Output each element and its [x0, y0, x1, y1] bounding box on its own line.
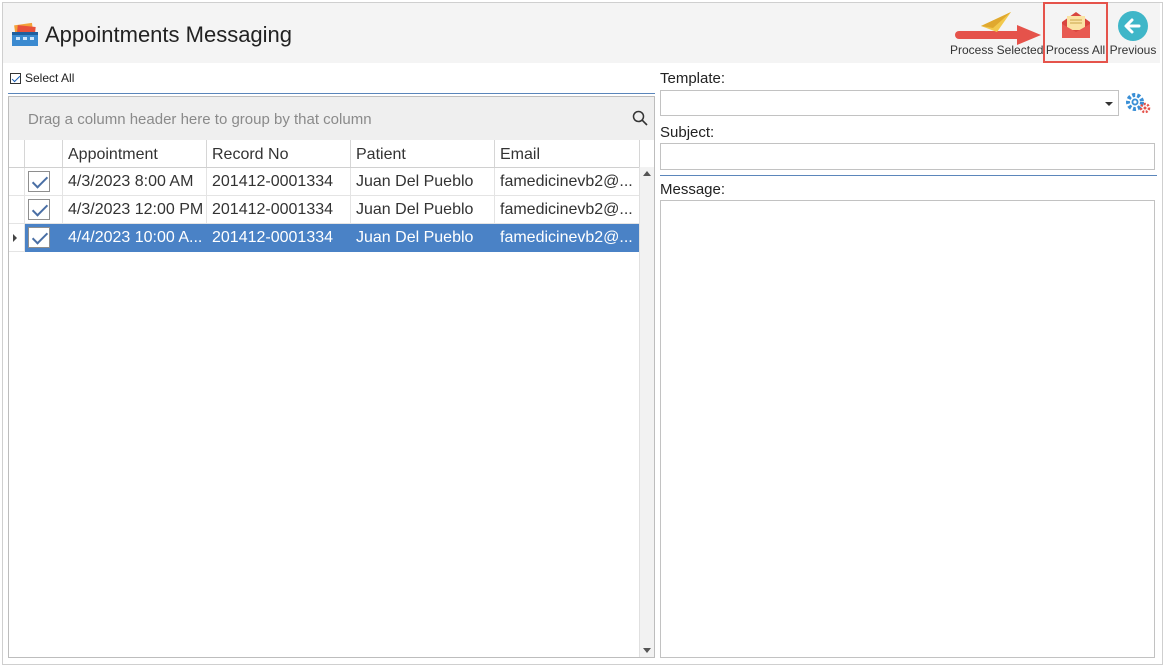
- row-indicator-header: [9, 140, 25, 167]
- table-row-selected[interactable]: 4/4/2023 10:00 A... 201412-0001334 Juan …: [9, 224, 640, 252]
- cell-appointment: 4/4/2023 10:00 A...: [63, 224, 207, 252]
- divider: [8, 93, 655, 94]
- table-row[interactable]: 4/3/2023 8:00 AM 201412-0001334 Juan Del…: [9, 168, 640, 196]
- column-header-email[interactable]: Email: [495, 140, 640, 167]
- row-checkbox[interactable]: [28, 227, 50, 248]
- scroll-down-icon[interactable]: [643, 648, 651, 653]
- cell-patient: Juan Del Pueblo: [351, 168, 495, 196]
- cell-record-no: 201412-0001334: [207, 224, 351, 252]
- column-header-row: Appointment Record No Patient Email: [9, 140, 654, 168]
- select-all-check[interactable]: [10, 72, 21, 84]
- row-checkbox[interactable]: [28, 171, 50, 192]
- group-by-panel[interactable]: Drag a column header here to group by th…: [9, 97, 654, 141]
- message-field[interactable]: [660, 200, 1155, 658]
- appointments-icon: [12, 22, 38, 46]
- current-row-indicator-icon: [13, 234, 17, 242]
- vertical-scrollbar[interactable]: [639, 167, 654, 657]
- select-all-label: Select All: [25, 71, 75, 85]
- cell-email: famedicinevb2@...: [495, 196, 640, 224]
- appointments-grid: Drag a column header here to group by th…: [8, 96, 655, 658]
- cell-patient: Juan Del Pueblo: [351, 196, 495, 224]
- row-indicator: [9, 224, 25, 252]
- group-panel-hint: Drag a column header here to group by th…: [28, 111, 372, 128]
- cell-appointment: 4/3/2023 12:00 PM: [63, 196, 207, 224]
- subject-label: Subject:: [660, 124, 715, 141]
- cell-patient: Juan Del Pueblo: [351, 224, 495, 252]
- cell-email: famedicinevb2@...: [495, 168, 640, 196]
- paper-plane-icon: [981, 12, 1011, 32]
- cell-appointment: 4/3/2023 8:00 AM: [63, 168, 207, 196]
- row-checkbox-cell[interactable]: [25, 168, 63, 196]
- cell-email: famedicinevb2@...: [495, 224, 640, 252]
- process-all-highlight: [1043, 2, 1108, 63]
- search-icon[interactable]: [632, 110, 648, 126]
- template-label: Template:: [660, 70, 726, 87]
- message-label: Message:: [660, 181, 726, 198]
- row-indicator: [9, 168, 25, 196]
- row-checkbox-cell[interactable]: [25, 196, 63, 224]
- process-selected-label: Process Selected: [950, 43, 1044, 57]
- previous-label: Previous: [1109, 43, 1157, 57]
- row-indicator: [9, 196, 25, 224]
- previous-button[interactable]: Previous: [1109, 6, 1157, 62]
- process-selected-button[interactable]: Process Selected: [950, 6, 1044, 62]
- select-all-checkbox[interactable]: Select All: [10, 71, 74, 85]
- gear-icon[interactable]: [1124, 90, 1152, 118]
- subject-field[interactable]: [660, 143, 1155, 170]
- scroll-up-icon[interactable]: [643, 171, 651, 176]
- cell-record-no: 201412-0001334: [207, 168, 351, 196]
- chevron-down-icon[interactable]: [1105, 102, 1113, 106]
- table-row[interactable]: 4/3/2023 12:00 PM 201412-0001334 Juan De…: [9, 196, 640, 224]
- divider: [660, 175, 1157, 176]
- column-header-appointment[interactable]: Appointment: [63, 140, 207, 167]
- checkbox-column-header[interactable]: [25, 140, 63, 167]
- page-title: Appointments Messaging: [45, 22, 293, 47]
- back-arrow-icon: [1118, 11, 1148, 41]
- template-dropdown[interactable]: [660, 90, 1119, 116]
- column-header-record-no[interactable]: Record No: [207, 140, 351, 167]
- row-checkbox-cell[interactable]: [25, 224, 63, 252]
- cell-record-no: 201412-0001334: [207, 196, 351, 224]
- row-checkbox[interactable]: [28, 199, 50, 220]
- column-header-patient[interactable]: Patient: [351, 140, 495, 167]
